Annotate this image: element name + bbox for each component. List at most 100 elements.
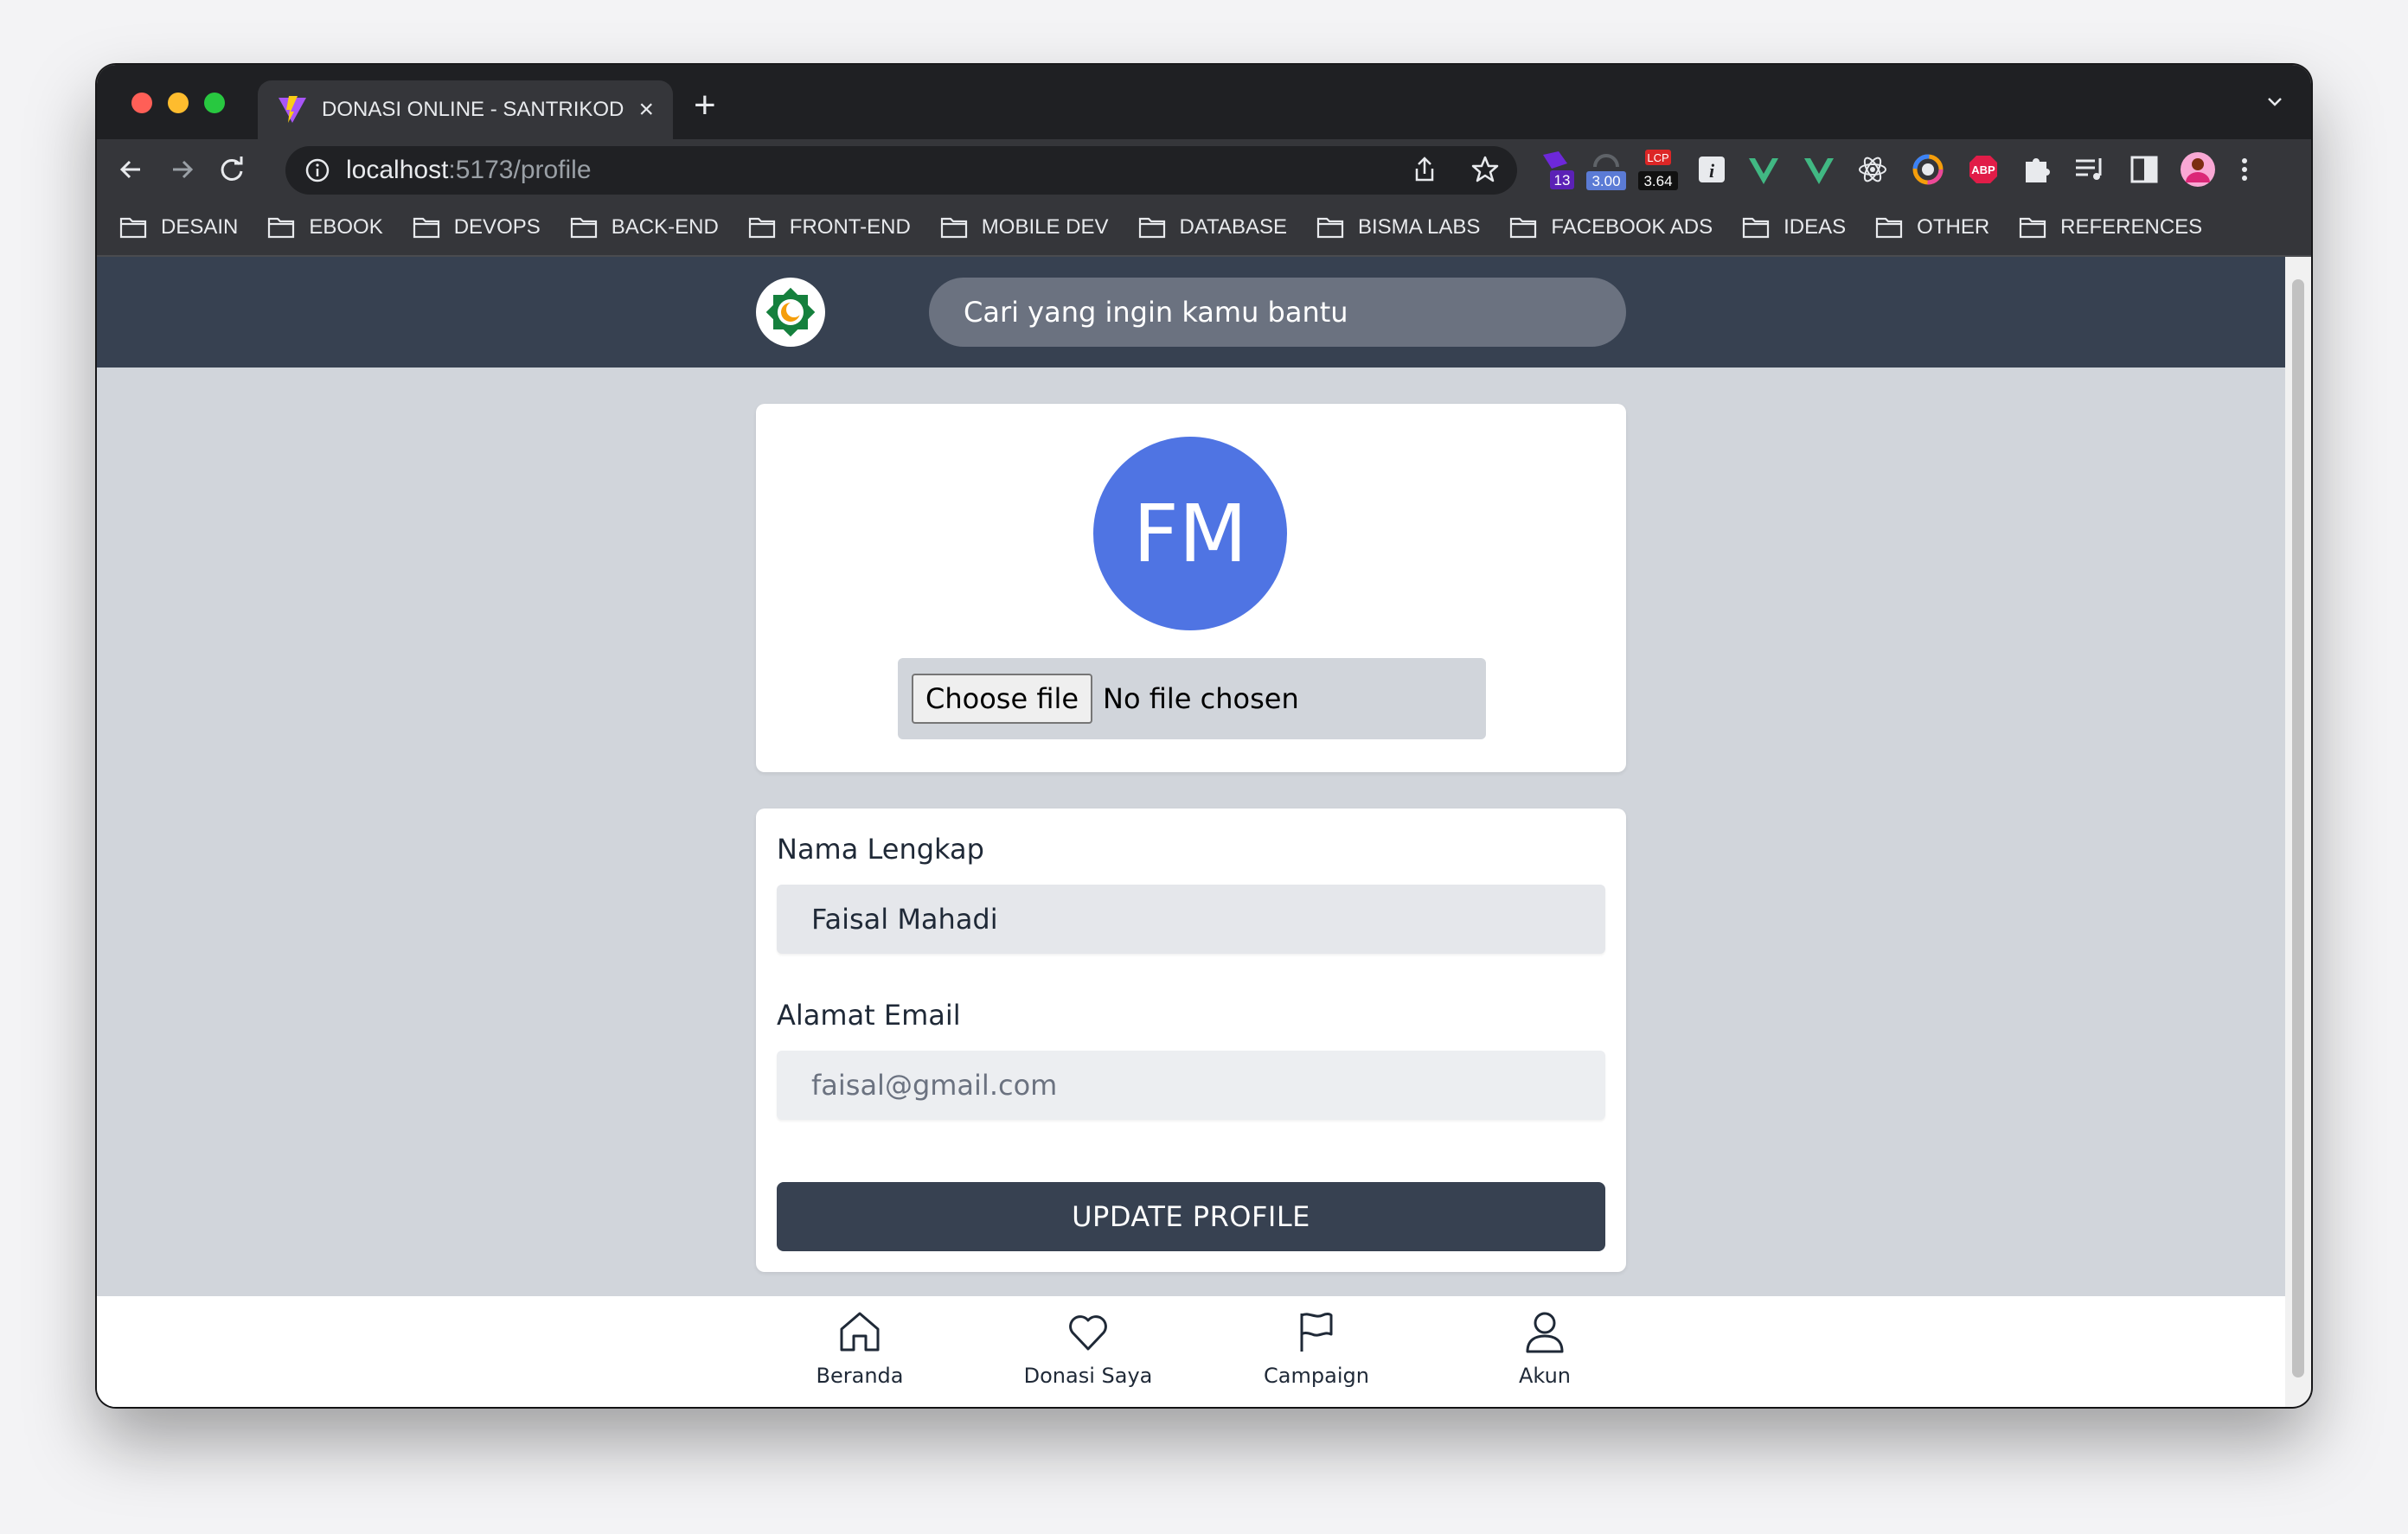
app-logo[interactable] (756, 278, 825, 347)
tab-strip: DONASI ONLINE - SANTRIKOD × + (97, 65, 2311, 139)
heart-icon (1069, 1315, 1107, 1351)
extension-a-icon[interactable]: 13 (1536, 148, 1576, 191)
lcp-extension-icon[interactable]: LCP 3.64 (1638, 148, 1678, 191)
nav-item-donasi-saya[interactable]: Donasi Saya (1002, 1308, 1175, 1388)
bookmark-folder[interactable]: DEVOPS (413, 215, 541, 240)
bookmark-star-icon[interactable] (1470, 155, 1500, 184)
share-icon[interactable] (1410, 155, 1439, 184)
page-scrollbar[interactable] (2285, 257, 2311, 1407)
vue-devtools-icon[interactable] (1744, 148, 1784, 191)
bookmark-label: IDEAS (1784, 215, 1847, 239)
address-bar[interactable]: localhost:5173/profile (285, 146, 1517, 195)
browser-menu-icon[interactable] (2225, 148, 2264, 191)
media-controls-icon[interactable] (2071, 148, 2110, 191)
svg-text:i: i (1709, 160, 1715, 182)
nav-label: Donasi Saya (1023, 1364, 1153, 1388)
nav-item-campaign[interactable]: Campaign (1230, 1308, 1403, 1388)
new-tab-icon[interactable]: + (694, 84, 716, 127)
maximize-window-button[interactable] (204, 93, 225, 113)
bookmark-label: BACK-END (611, 215, 719, 239)
bookmark-label: DESAIN (161, 215, 239, 239)
app-header (97, 257, 2285, 368)
search-input[interactable] (929, 278, 1626, 347)
folder-icon (2020, 217, 2046, 239)
update-profile-button[interactable]: UPDATE PROFILE (777, 1182, 1605, 1251)
site-info-icon[interactable] (304, 157, 330, 183)
chevron-down-icon[interactable] (2264, 91, 2285, 112)
profile-avatar-icon[interactable] (2178, 148, 2218, 191)
tab-title: DONASI ONLINE - SANTRIKOD (322, 98, 624, 121)
bookmark-folder[interactable]: DATABASE (1138, 215, 1287, 240)
reload-icon[interactable] (216, 154, 247, 185)
bookmark-label: MOBILE DEV (981, 215, 1109, 239)
name-field[interactable]: Faisal Mahadi (777, 885, 1605, 954)
extension-a-badge: 13 (1554, 172, 1571, 189)
bookmark-label: BISMA LABS (1357, 215, 1481, 239)
email-label: Alamat Email (777, 999, 961, 1032)
bookmark-label: FACEBOOK ADS (1551, 215, 1713, 239)
avatar-card: FM Choose file No file chosen (756, 404, 1626, 772)
folder-icon (1510, 217, 1537, 239)
folder-icon (748, 217, 775, 239)
react-devtools-icon[interactable] (1853, 148, 1892, 191)
folder-icon (268, 217, 295, 239)
bookmark-folder[interactable]: DESAIN (119, 215, 238, 240)
bookmark-folder[interactable]: IDEAS (1742, 215, 1846, 240)
user-icon (1526, 1312, 1564, 1353)
extensions-puzzle-icon[interactable] (2017, 148, 2057, 191)
folder-icon (1876, 217, 1903, 239)
vite-icon (279, 96, 306, 123)
color-picker-icon[interactable] (1908, 148, 1948, 191)
nav-label: Akun (1519, 1364, 1571, 1388)
folder-icon (570, 217, 597, 239)
bookmark-folder[interactable]: OTHER (1875, 215, 1989, 240)
bookmark-folder[interactable]: BISMA LABS (1316, 215, 1480, 240)
folder-icon (1138, 217, 1165, 239)
bookmark-folder[interactable]: REFERENCES (2019, 215, 2202, 240)
name-label: Nama Lengkap (777, 833, 984, 866)
info-extension-icon[interactable]: i (1692, 148, 1732, 191)
page-content: FM Choose file No file chosen Nama Lengk… (97, 257, 2285, 1407)
nav-item-akun[interactable]: Akun (1458, 1308, 1631, 1388)
nav-label: Beranda (816, 1364, 904, 1388)
file-status-text: No file chosen (1103, 682, 1299, 715)
bookmark-folder[interactable]: MOBILE DEV (940, 215, 1109, 240)
bookmark-folder[interactable]: FRONT-END (748, 215, 911, 240)
avatar: FM (1093, 437, 1287, 630)
vue-devtools-2-icon[interactable] (1799, 148, 1839, 191)
adblock-label: ABP (1971, 163, 1995, 176)
side-panel-icon[interactable] (2124, 148, 2164, 191)
bookmark-folder[interactable]: BACK-END (570, 215, 719, 240)
folder-icon (413, 217, 439, 239)
file-upload-input[interactable]: Choose file No file chosen (898, 658, 1486, 739)
bookmark-label: FRONT-END (789, 215, 911, 239)
minimize-window-button[interactable] (168, 93, 189, 113)
bookmark-label: DEVOPS (453, 215, 541, 239)
bookmarks-bar: DESAIN EBOOK DEVOPS BACK-END FRONT-END M… (97, 200, 2311, 257)
bookmark-folder[interactable]: EBOOK (267, 215, 383, 240)
email-field[interactable]: faisal@gmail.com (777, 1051, 1605, 1120)
nav-label: Campaign (1264, 1364, 1369, 1388)
bookmark-folder[interactable]: FACEBOOK ADS (1509, 215, 1713, 240)
url-path: :5173/profile (448, 156, 592, 184)
adblock-icon[interactable]: ABP (1963, 148, 2003, 191)
extension-b-icon[interactable]: 3.00 (1586, 148, 1626, 191)
tab-active[interactable]: DONASI ONLINE - SANTRIKOD × (258, 80, 673, 139)
lcp-badge: 3.64 (1643, 173, 1672, 189)
close-tab-icon[interactable]: × (638, 95, 654, 125)
close-window-button[interactable] (131, 93, 152, 113)
nav-item-beranda[interactable]: Beranda (773, 1308, 946, 1388)
forward-icon[interactable] (166, 154, 197, 185)
folder-icon (119, 217, 147, 239)
choose-file-button[interactable]: Choose file (912, 674, 1093, 724)
logo-icon (765, 287, 816, 337)
flag-icon (1300, 1313, 1333, 1352)
bookmark-label: EBOOK (309, 215, 383, 239)
folder-icon (940, 217, 967, 239)
folder-icon (1743, 217, 1770, 239)
scrollbar-thumb[interactable] (2292, 279, 2304, 1377)
back-icon[interactable] (116, 154, 147, 185)
browser-window: DONASI ONLINE - SANTRIKOD × + localhost:… (97, 65, 2311, 1407)
home-icon (840, 1312, 880, 1352)
bottom-nav: Beranda Donasi Saya Campaign Akun (97, 1296, 2285, 1407)
